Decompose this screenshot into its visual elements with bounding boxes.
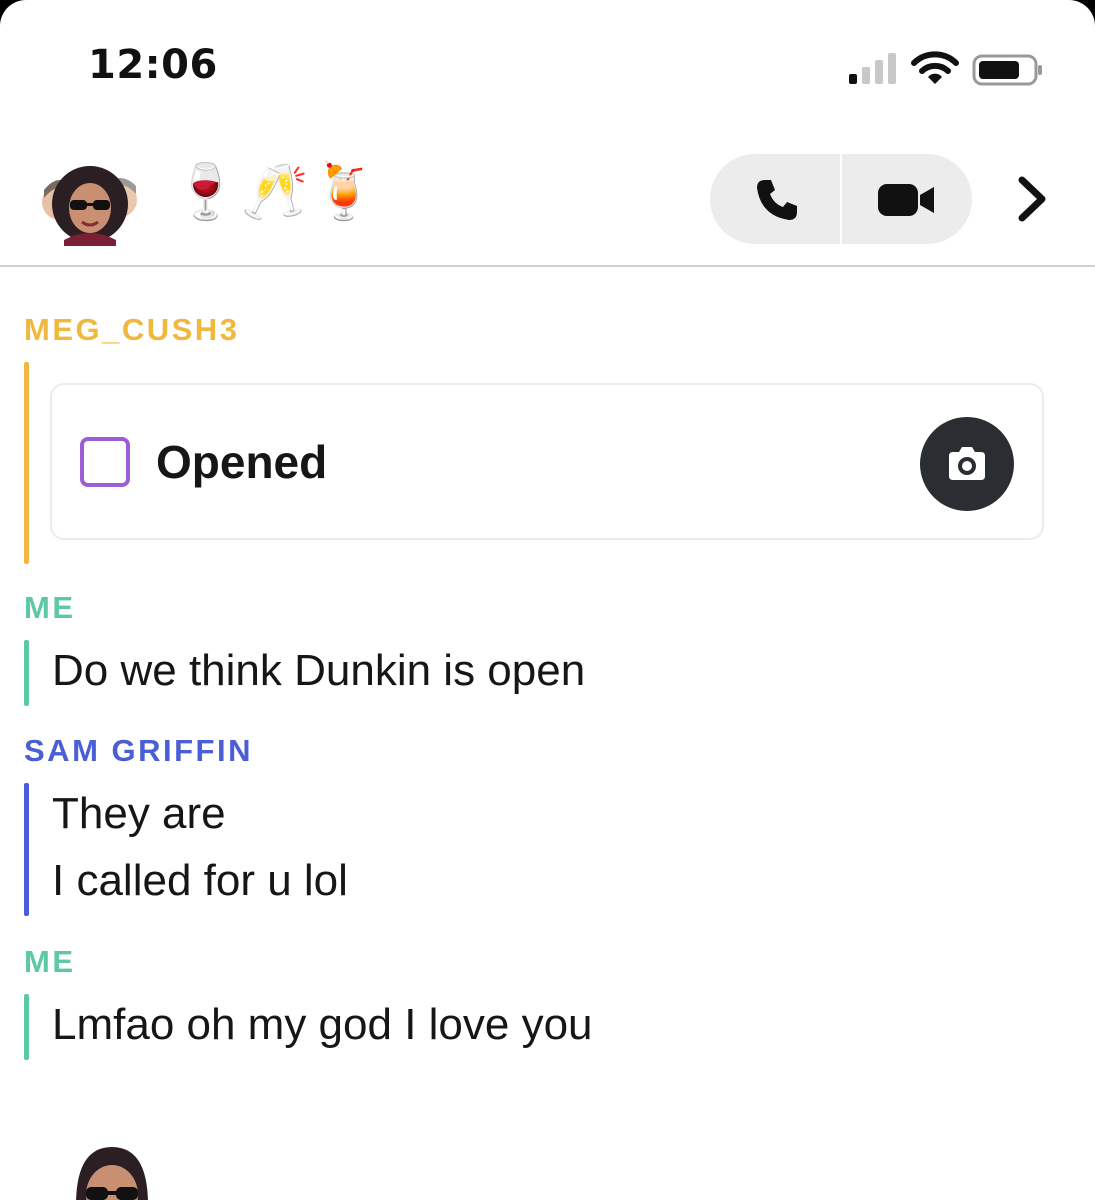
bitmoji-avatar	[76, 1147, 148, 1200]
sender-label: SAM GRIFFIN	[24, 733, 253, 768]
chat-title-emojis[interactable]: 🍷🥂🍹	[172, 160, 380, 224]
camera-icon	[949, 447, 985, 480]
message-accent-bar	[24, 362, 29, 564]
wifi-icon	[911, 51, 959, 84]
video-call-button[interactable]	[842, 154, 972, 244]
sender-label: MEG_CUSH3	[24, 312, 240, 347]
call-controls	[710, 154, 972, 244]
phone-icon	[757, 180, 797, 220]
reply-camera-button[interactable]	[920, 417, 1014, 511]
message-text[interactable]: Lmfao oh my god I love you	[52, 1000, 593, 1050]
bitmoji-group-avatar[interactable]	[40, 162, 140, 246]
chat-screen: 12:06 🍷🥂🍹 MEG_CUSH3 Opened ME Do we thin…	[0, 0, 1095, 1200]
battery-icon	[972, 54, 1042, 86]
status-time: 12:06	[88, 42, 218, 88]
message-accent-bar	[24, 640, 29, 706]
video-camera-icon	[878, 184, 934, 216]
sender-label: ME	[24, 590, 76, 625]
snap-status: Opened	[156, 436, 328, 488]
message-accent-bar	[24, 994, 29, 1060]
sender-label: ME	[24, 944, 76, 979]
chat-header: 🍷🥂🍹	[0, 140, 1095, 267]
message-text[interactable]: They are	[52, 789, 226, 839]
message-text[interactable]: I called for u lol	[52, 856, 348, 906]
message-text[interactable]: Do we think Dunkin is open	[52, 646, 585, 696]
message-accent-bar	[24, 783, 29, 916]
cellular-signal-icon	[849, 53, 896, 84]
snap-status-square-icon	[80, 437, 130, 487]
snap-message[interactable]: Opened	[50, 383, 1044, 540]
chevron-right-icon[interactable]	[1012, 174, 1052, 224]
voice-call-button[interactable]	[710, 154, 840, 244]
